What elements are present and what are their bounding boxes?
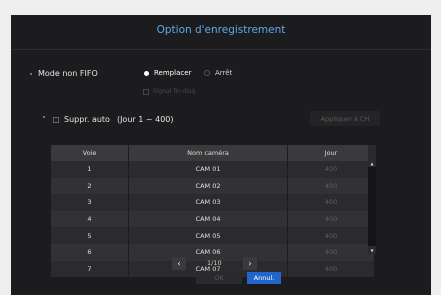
radio-remplacer[interactable]: Remplacer xyxy=(144,69,191,77)
cell-jour[interactable]: 400 xyxy=(287,177,375,195)
cell-jour[interactable]: 400 xyxy=(287,243,375,261)
bullet-icon xyxy=(43,116,45,118)
cell-voie: 4 xyxy=(51,210,129,228)
checkbox-icon xyxy=(143,88,149,95)
cell-voie: 5 xyxy=(51,227,129,244)
cell-voie: 3 xyxy=(51,194,129,211)
table-scrollbar[interactable]: ▲ ▼ xyxy=(368,145,376,254)
cell-voie: 2 xyxy=(51,177,129,195)
cell-jour[interactable]: 400 xyxy=(287,210,375,228)
checkbox-icon xyxy=(53,116,59,123)
table-header: Voie Nom caméra Jour xyxy=(51,145,375,161)
next-page-button[interactable]: › xyxy=(243,257,257,270)
radio-arret[interactable]: Arrêt xyxy=(204,69,232,77)
mode-label: Mode non FIFO xyxy=(38,69,98,78)
radio-selected-icon xyxy=(144,70,149,76)
dialog-title: Option d'enregistrement xyxy=(156,24,286,36)
table-row[interactable]: 3 CAM 03 400 xyxy=(51,194,375,211)
cell-voie: 1 xyxy=(51,161,129,178)
signal-label: Signal fin disq xyxy=(153,88,196,95)
table-row[interactable]: 2 CAM 02 400 xyxy=(51,177,375,195)
cell-jour[interactable]: 400 xyxy=(287,260,375,278)
cell-camera-name: CAM 02 xyxy=(128,177,288,195)
autodelete-range: (Jour 1 ~ 400) xyxy=(116,115,174,124)
cell-jour[interactable]: 400 xyxy=(287,194,375,211)
chevron-left-icon: ‹ xyxy=(177,259,181,268)
signal-checkbox[interactable]: Signal fin disq xyxy=(143,88,195,95)
chevron-right-icon: › xyxy=(248,259,252,268)
table-row[interactable]: 5 CAM 05 400 xyxy=(51,227,375,244)
ok-button[interactable]: OK xyxy=(196,272,242,284)
cell-jour[interactable]: 400 xyxy=(287,227,375,244)
bullet-icon xyxy=(30,73,32,75)
camera-table: Voie Nom caméra Jour 1 CAM 01 400 2 CAM … xyxy=(51,145,375,278)
header-camera-name: Nom caméra xyxy=(128,145,288,161)
recording-options-dialog: Option d'enregistrement Mode non FIFO Re… xyxy=(11,15,431,295)
apply-to-channel-button[interactable]: Appliquer à CH xyxy=(310,111,380,126)
header-voie: Voie xyxy=(51,145,129,161)
autodelete-checkbox[interactable]: Suppr. auto (Jour 1 ~ 400) xyxy=(53,115,174,124)
scroll-up-icon[interactable]: ▲ xyxy=(368,159,376,167)
prev-page-button[interactable]: ‹ xyxy=(172,257,186,270)
page-indicator: 1/10 xyxy=(207,259,222,267)
cell-voie: 6 xyxy=(51,243,129,261)
radio-arret-label: Arrêt xyxy=(215,69,233,77)
header-jour: Jour xyxy=(287,145,375,161)
autodelete-label: Suppr. auto xyxy=(64,115,110,124)
cell-voie: 7 xyxy=(51,260,129,278)
cell-camera-name: CAM 05 xyxy=(128,227,288,244)
table-row[interactable]: 4 CAM 04 400 xyxy=(51,210,375,228)
cancel-button[interactable]: Annul. xyxy=(247,272,281,284)
cell-camera-name: CAM 04 xyxy=(128,210,288,228)
scroll-down-icon[interactable]: ▼ xyxy=(368,246,376,254)
table-row[interactable]: 1 CAM 01 400 xyxy=(51,161,375,178)
radio-remplacer-label: Remplacer xyxy=(154,69,192,77)
radio-unselected-icon xyxy=(204,70,210,76)
cell-camera-name: CAM 01 xyxy=(128,161,288,178)
cell-jour[interactable]: 400 xyxy=(287,161,375,178)
cell-camera-name: CAM 03 xyxy=(128,194,288,211)
title-divider xyxy=(11,49,431,50)
scrollbar-track[interactable] xyxy=(368,159,376,254)
